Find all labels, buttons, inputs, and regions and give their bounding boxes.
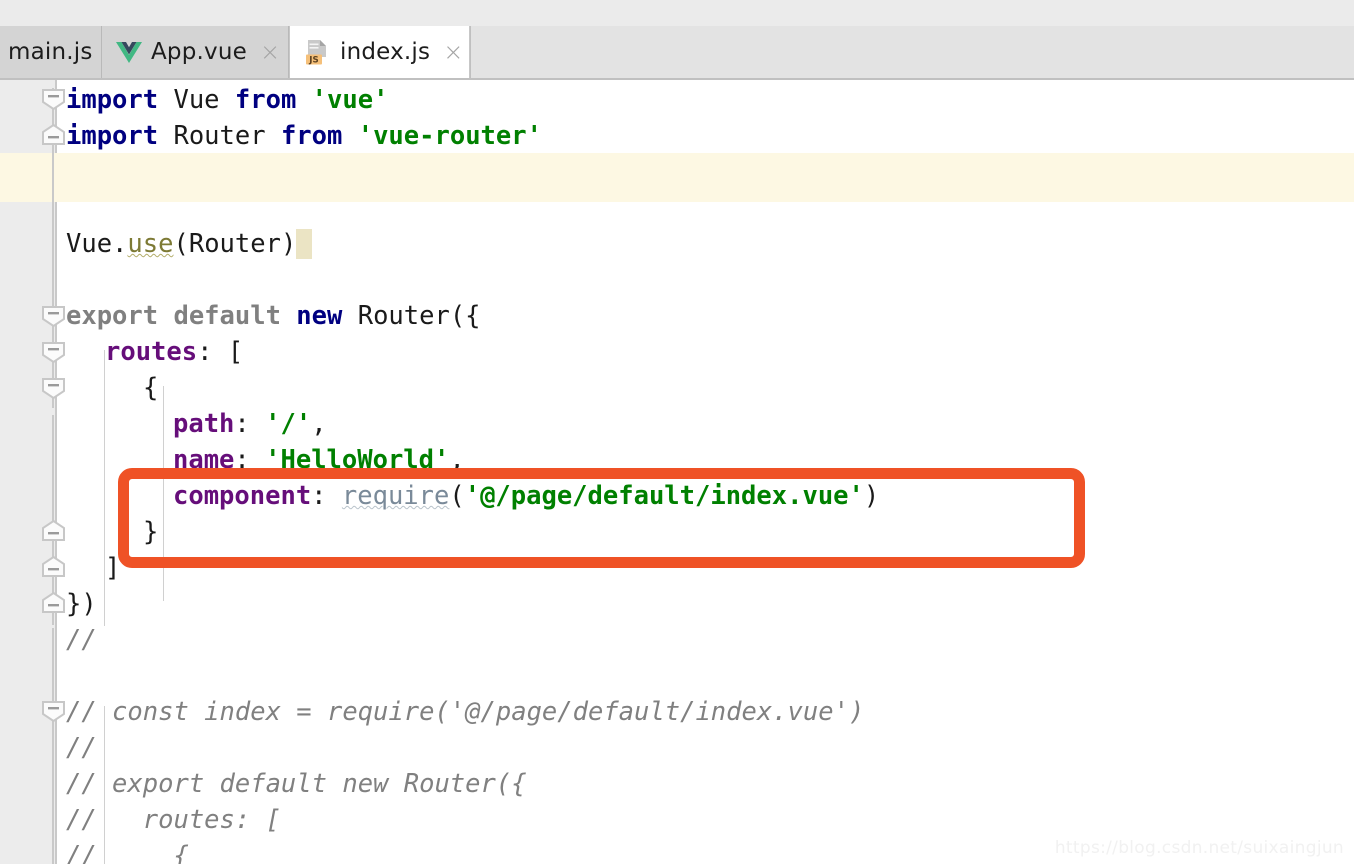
tab-index-js-label: index.js [340, 39, 431, 65]
token-routes-prop: routes [105, 337, 198, 367]
code-line-12[interactable]: component: require('@/page/default/index… [58, 478, 1354, 514]
token-name-prop: name [173, 445, 235, 475]
token-vue-string: 'vue' [296, 85, 389, 115]
token-name-value: 'HelloWorld' [265, 445, 450, 475]
token-name-comma: , [449, 445, 465, 475]
tab-strip: main.js × App.vue × [0, 26, 1354, 78]
token-comment-const-index: // const index = require('@/page/default… [66, 697, 865, 727]
code-line-9[interactable]: { [58, 370, 1354, 406]
code-line-4-blank[interactable] [58, 190, 1354, 226]
code-line-6-blank[interactable] [58, 262, 1354, 298]
token-import: import [66, 121, 159, 151]
code-line-5[interactable]: Vue.use(Router) [58, 226, 1354, 262]
watermark-text: https://blog.csdn.net/suixaingjun [1054, 838, 1344, 858]
token-path-value: '/' [265, 409, 312, 439]
token-comment-empty-2: // [66, 733, 97, 763]
token-require-path: '@/page/default/index.vue' [464, 481, 864, 511]
tab-index-js[interactable]: JS index.js × [289, 26, 470, 78]
token-new: new [296, 301, 343, 331]
code-line-3-blank[interactable] [58, 154, 1354, 190]
tab-index-js-close-icon[interactable]: × [443, 40, 463, 64]
code-line-18[interactable]: // const index = require('@/page/default… [58, 694, 1354, 730]
code-line-11[interactable]: name: 'HelloWorld', [58, 442, 1354, 478]
token-close-brace: } [143, 517, 159, 547]
tab-app-vue[interactable]: App.vue × [102, 26, 289, 78]
token-export-default: export default [66, 301, 281, 331]
tab-app-vue-label: App.vue [151, 39, 247, 65]
js-file-icon: JS [304, 39, 331, 66]
token-close-bracket: ] [105, 553, 121, 583]
token-vue-object: Vue. [66, 229, 128, 259]
code-line-1[interactable]: import Vue from 'vue' [58, 82, 1354, 118]
token-require-fn: require [341, 481, 450, 511]
code-line-17-blank[interactable] [58, 658, 1354, 694]
token-name-colon: : [234, 445, 266, 475]
token-from: from [234, 85, 297, 115]
code-line-20[interactable]: // export default new Router({ [58, 766, 1354, 802]
token-from: from [280, 121, 343, 151]
code-line-16[interactable]: // [58, 622, 1354, 658]
tab-app-vue-close-icon[interactable]: × [260, 40, 280, 64]
token-vue-ident: Vue [158, 85, 235, 115]
caret-selection [296, 229, 312, 259]
token-comment-routes: // routes: [ [66, 805, 281, 835]
code-line-14[interactable]: ] [58, 550, 1354, 586]
token-require-paren-open: ( [449, 481, 465, 511]
token-router-call: Router({ [342, 301, 481, 331]
token-component-prop: component [173, 481, 312, 511]
code-line-13[interactable]: } [58, 514, 1354, 550]
token-comment-open-brace: // { [66, 841, 189, 864]
code-editor[interactable]: import Vue from 'vue' import Router from… [0, 80, 1354, 864]
token-open-brace: { [143, 373, 159, 403]
token-router-ident: Router [158, 121, 281, 151]
token-use-method: use [127, 229, 174, 259]
ide-window: main.js × App.vue × [0, 0, 1354, 864]
token-path-comma: , [311, 409, 327, 439]
token-close-call: }) [66, 589, 97, 619]
token-path-prop: path [173, 409, 235, 439]
tab-main-js[interactable]: main.js × [0, 26, 126, 78]
code-line-7[interactable]: export default new Router({ [58, 298, 1354, 334]
token-comment-export-default: // export default new Router({ [66, 769, 527, 799]
token-require-paren-close: ) [863, 481, 880, 511]
code-content[interactable]: import Vue from 'vue' import Router from… [58, 80, 1354, 864]
fold-rail-lower [52, 628, 54, 864]
editor-tab-bar: main.js × App.vue × [0, 0, 1354, 80]
vue-file-icon [116, 41, 142, 63]
code-line-19[interactable]: // [58, 730, 1354, 766]
token-component-colon: : [311, 481, 342, 511]
code-line-10[interactable]: path: '/', [58, 406, 1354, 442]
token-routes-rest: : [ [197, 337, 244, 367]
code-line-8[interactable]: routes: [ [58, 334, 1354, 370]
svg-text:JS: JS [308, 55, 318, 65]
tabbar-top-strip [0, 0, 1354, 26]
tab-main-js-label: main.js [8, 39, 93, 65]
token-use-args: (Router) [173, 229, 297, 259]
token-import: import [66, 85, 159, 115]
token-path-colon: : [234, 409, 266, 439]
token-comment-empty-1: // [66, 625, 97, 655]
code-line-2[interactable]: import Router from 'vue-router' [58, 118, 1354, 154]
code-line-21[interactable]: // routes: [ [58, 802, 1354, 838]
token-vue-router-string: 'vue-router' [342, 121, 542, 151]
code-line-15[interactable]: }) [58, 586, 1354, 622]
